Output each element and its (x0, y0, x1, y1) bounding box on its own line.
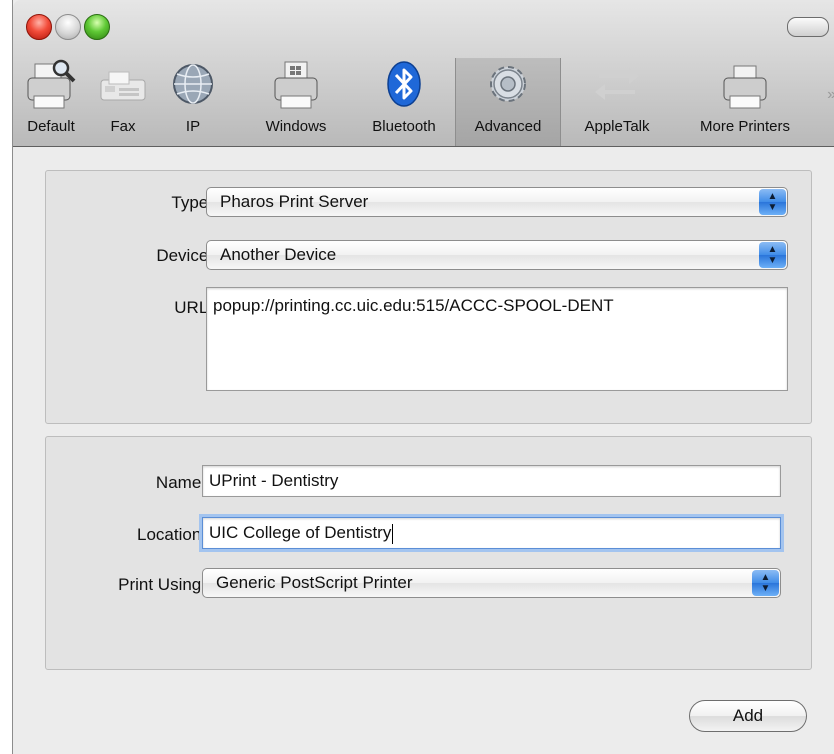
print-using-label: Print Using: (118, 575, 206, 594)
close-window-button[interactable] (26, 14, 52, 40)
device-popup[interactable]: Another Device ▲ ▼ (206, 240, 788, 270)
bluetooth-icon (387, 61, 421, 107)
device-label: Device: (156, 246, 213, 265)
toolbar-item-more-printers[interactable]: More Printers (675, 58, 815, 146)
type-value: Pharos Print Server (220, 192, 369, 211)
location-label: Location: (137, 525, 206, 544)
toolbar-item-label: More Printers (699, 118, 791, 135)
printer-icon (723, 65, 767, 109)
toolbar-item-label: Advanced (474, 118, 542, 135)
device-value: Another Device (220, 245, 337, 264)
fax-icon (100, 71, 146, 101)
toolbar-item-fax[interactable]: Fax (91, 58, 155, 146)
arrows-icon (595, 68, 639, 100)
toolbar-item-label: Fax (110, 118, 136, 135)
printer-magnifier-icon (27, 59, 76, 109)
name-label: Name: (155, 473, 206, 492)
text-caret (392, 523, 394, 544)
popup-arrows-icon: ▲ ▼ (759, 242, 786, 268)
add-printer-window: Default Fax IP Windows Bluetooth Advance… (12, 0, 834, 754)
toolbar-overflow-icon[interactable]: » (827, 86, 834, 104)
popup-arrows-icon: ▲ ▼ (759, 189, 786, 215)
add-button[interactable]: Add (689, 700, 807, 732)
toolbar-item-default[interactable]: Default (17, 58, 85, 146)
toolbar-item-bluetooth[interactable]: Bluetooth (353, 58, 455, 146)
zoom-window-button[interactable] (84, 14, 110, 40)
printer-info-group: Name: UPrint - Dentistry Location: UIC C… (45, 436, 812, 670)
toolbar-toggle-button[interactable] (787, 17, 829, 37)
toolbar-item-windows[interactable]: Windows (247, 58, 345, 146)
connection-group: Type: Pharos Print Server ▲ ▼ Device: Ano… (45, 170, 812, 424)
minimize-window-button[interactable] (55, 14, 81, 40)
toolbar: Default Fax IP Windows Bluetooth Advance… (13, 0, 834, 147)
toolbar-item-label: AppleTalk (584, 118, 650, 135)
gear-icon (490, 66, 526, 102)
print-using-value: Generic PostScript Printer (216, 573, 413, 592)
windows-printer-icon (274, 61, 318, 109)
toolbar-item-label: Windows (265, 118, 327, 135)
globe-icon (173, 64, 213, 104)
name-field[interactable]: UPrint - Dentistry (202, 465, 781, 497)
toolbar-item-label: IP (185, 118, 201, 135)
toolbar-item-label: Default (27, 118, 75, 135)
toolbar-item-label: Bluetooth (372, 118, 436, 135)
print-using-popup[interactable]: Generic PostScript Printer ▲ ▼ (202, 568, 781, 598)
type-popup[interactable]: Pharos Print Server ▲ ▼ (206, 187, 788, 217)
toolbar-item-ip[interactable]: IP (161, 58, 225, 146)
popup-arrows-icon: ▲ ▼ (752, 570, 779, 596)
location-value: UIC College of Dentistry (209, 523, 392, 542)
toolbar-item-advanced[interactable]: Advanced (455, 58, 561, 146)
url-field[interactable]: popup://printing.cc.uic.edu:515/ACCC-SPO… (206, 287, 788, 391)
location-field[interactable]: UIC College of Dentistry (202, 517, 781, 549)
toolbar-item-appletalk[interactable]: AppleTalk (565, 58, 669, 146)
